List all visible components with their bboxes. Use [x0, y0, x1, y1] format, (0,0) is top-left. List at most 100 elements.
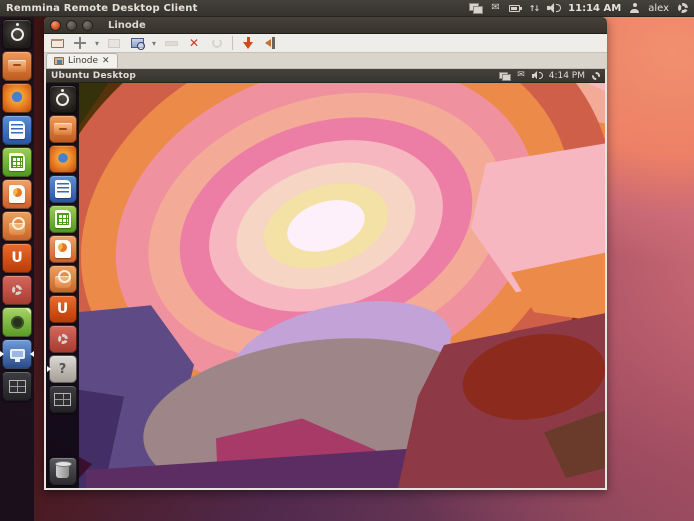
window-titlebar[interactable]: Linode [44, 17, 607, 34]
home-folder-icon [8, 60, 26, 72]
launcher-item-ubuntu-software[interactable] [2, 307, 32, 337]
grab-keyboard-button [163, 36, 179, 50]
remote-writer-doc-icon [55, 180, 71, 198]
volume-icon[interactable] [547, 3, 559, 13]
network-icon[interactable] [469, 3, 482, 13]
remote-launcher-item-libreoffice-calc[interactable] [49, 205, 77, 233]
remote-desktop-view[interactable]: Ubuntu Desktop ✉ 4:14 PM U [44, 69, 607, 490]
settings-gear-icon [12, 285, 22, 295]
remote-desktop-icon [10, 349, 25, 359]
indicator-tray: ✉ ↑↓ 11:14 AM alex [469, 0, 688, 16]
remote-clock[interactable]: 4:14 PM [549, 71, 585, 81]
running-indicator [0, 351, 4, 357]
screenshot-icon [131, 38, 144, 48]
impress-doc-icon [9, 185, 25, 203]
fullscreen-icon [51, 39, 64, 48]
launcher-item-workspace-switcher[interactable] [2, 371, 32, 401]
remmina-window: Linode ▾ ▾ ✕ Linode ✕ [44, 17, 607, 490]
remote-running-indicator [47, 366, 51, 372]
remote-launcher-item-firefox[interactable] [49, 145, 77, 173]
screenshot-button[interactable] [129, 36, 145, 50]
window-close-button[interactable] [50, 20, 61, 31]
active-app-title: Remmina Remote Desktop Client [6, 3, 198, 14]
resize-arrows-icon [74, 37, 86, 49]
question-mark-icon: ? [59, 362, 67, 377]
remote-launcher-item-system-settings[interactable] [49, 325, 77, 353]
scale-icon [108, 39, 120, 48]
remote-volume-wave [539, 72, 543, 79]
fit-window-button[interactable] [72, 36, 88, 50]
window-maximize-button[interactable] [82, 20, 93, 31]
ubuntu-circle-icon [11, 316, 24, 329]
remote-launcher-item-home-folder[interactable] [49, 115, 77, 143]
preferences-button[interactable]: ✕ [186, 36, 202, 50]
remote-network-icon[interactable] [499, 72, 510, 80]
mail-icon[interactable]: ✉ [491, 3, 499, 13]
tab-label: Linode [68, 56, 98, 66]
remote-volume-icon[interactable] [532, 71, 542, 80]
remote-wallpaper[interactable] [46, 69, 605, 488]
refresh-icon [212, 38, 222, 48]
session-gear-icon[interactable] [678, 3, 688, 13]
disconnect-icon [242, 37, 254, 50]
remote-top-panel: Ubuntu Desktop ✉ 4:14 PM [46, 69, 605, 83]
keyboard-icon [165, 41, 178, 46]
trash-bin-icon [56, 464, 69, 478]
remote-launcher-item-ubuntu-one[interactable]: U [49, 295, 77, 323]
launcher-item-remmina[interactable] [2, 339, 32, 369]
launcher-item-home-folder[interactable] [2, 51, 32, 81]
launcher-item-system-settings[interactable] [2, 275, 32, 305]
screenshot-dropdown[interactable]: ▾ [152, 36, 156, 50]
launcher-item-ubuntu-one[interactable]: U [2, 243, 32, 273]
tab-close-icon[interactable]: ✕ [102, 56, 110, 66]
calc-doc-icon [9, 153, 25, 171]
screen: Remmina Remote Desktop Client ✉ ↑↓ 11:14… [0, 0, 694, 521]
launcher-item-firefox[interactable] [2, 83, 32, 113]
toolbar-separator [232, 36, 233, 50]
unity-launcher: U [0, 17, 34, 521]
username[interactable]: alex [648, 3, 669, 14]
connection-tab-linode[interactable]: Linode ✕ [46, 53, 118, 68]
focused-indicator [30, 351, 34, 357]
launcher-item-libreoffice-writer[interactable] [2, 115, 32, 145]
window-title: Linode [108, 20, 146, 31]
launcher-item-libreoffice-impress[interactable] [2, 179, 32, 209]
workspace-grid-icon [9, 380, 26, 393]
top-panel: Remmina Remote Desktop Client ✉ ↑↓ 11:14… [0, 0, 694, 17]
remote-home-folder-icon [54, 123, 72, 135]
sync-arrows-icon[interactable]: ↑↓ [529, 4, 538, 13]
plug-icon [265, 37, 278, 49]
remote-launcher-item-libreoffice-writer[interactable] [49, 175, 77, 203]
remote-launcher-item-libreoffice-impress[interactable] [49, 235, 77, 263]
remote-shopping-bag-icon [55, 276, 71, 288]
writer-doc-icon [9, 121, 25, 139]
remote-unity-launcher: U ? [46, 83, 79, 488]
remote-launcher-item-dash[interactable] [49, 85, 77, 113]
disconnect-button[interactable] [240, 36, 256, 50]
remote-mail-icon[interactable]: ✉ [517, 71, 525, 80]
launcher-item-dash[interactable] [2, 19, 32, 49]
remote-impress-doc-icon [55, 240, 71, 258]
launcher-item-software-center[interactable] [2, 211, 32, 241]
volume-wave [556, 4, 561, 12]
remmina-toolbar: ▾ ▾ ✕ [44, 34, 607, 53]
launcher-item-libreoffice-calc[interactable] [2, 147, 32, 177]
remote-session-gear-icon[interactable] [592, 72, 600, 80]
quit-button[interactable] [263, 36, 279, 50]
connection-tabbar: Linode ✕ [44, 53, 607, 69]
fit-window-dropdown[interactable]: ▾ [95, 36, 99, 50]
remote-calc-doc-icon [55, 210, 71, 228]
remote-ubuntu-logo-icon [56, 93, 69, 106]
remote-launcher-item-software-center[interactable] [49, 265, 77, 293]
remote-launcher-item-workspace-switcher[interactable] [49, 385, 77, 413]
clock[interactable]: 11:14 AM [568, 3, 621, 14]
remote-panel-title: Ubuntu Desktop [51, 71, 136, 81]
remote-indicator-tray: ✉ 4:14 PM [499, 71, 600, 81]
battery-icon[interactable] [509, 5, 520, 12]
remote-launcher-item-unknown-window[interactable]: ? [49, 355, 77, 383]
remote-launcher-item-trash[interactable] [49, 457, 77, 485]
window-minimize-button[interactable] [66, 20, 77, 31]
refresh-button [209, 36, 225, 50]
remote-wallpaper-art [46, 69, 605, 488]
fullscreen-button[interactable] [49, 36, 65, 50]
